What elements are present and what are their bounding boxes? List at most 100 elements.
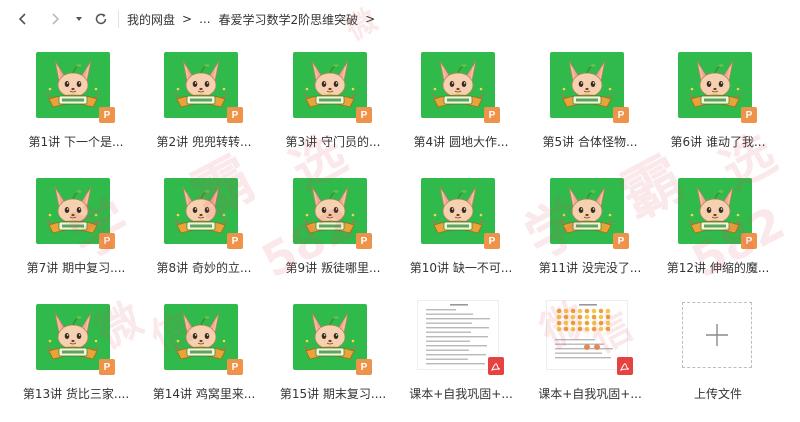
file-name: 第13讲 货比三家....: [22, 387, 130, 401]
file-name: 第14讲 鸡窝里来...: [152, 387, 256, 401]
file-item[interactable]: P 第3讲 守门员的...: [275, 44, 391, 152]
navigation-bar: 我的网盘 > ... 春爱学习数学2阶思维突破 >: [0, 0, 800, 38]
pdf-file-icon: [617, 357, 633, 375]
file-item[interactable]: 课本+自我巩固+...: [403, 296, 519, 404]
file-item[interactable]: P 第10讲 缺一不可...: [403, 170, 519, 278]
ppt-file-icon: P: [484, 233, 500, 249]
file-thumbnail: P: [36, 304, 115, 375]
history-dropdown-button[interactable]: [68, 8, 90, 30]
file-item[interactable]: P 第9讲 叛徒哪里...: [275, 170, 391, 278]
ppt-file-icon: P: [227, 233, 243, 249]
file-name: 课本+自我巩固+...: [538, 387, 642, 401]
fox-mascot-icon: [303, 312, 357, 360]
file-name: 第9讲 叛徒哪里...: [285, 261, 381, 275]
file-thumbnail: P: [164, 178, 243, 249]
fox-mascot-icon: [46, 60, 100, 108]
document-preview-icon: [555, 304, 613, 359]
file-item[interactable]: P 第5讲 合体怪物...: [532, 44, 648, 152]
pdf-file-icon: [488, 357, 504, 375]
fox-mascot-icon: [560, 186, 614, 234]
breadcrumb-root[interactable]: 我的网盘: [127, 11, 175, 28]
fox-mascot-icon: [303, 60, 357, 108]
ppt-file-icon: P: [99, 233, 115, 249]
file-thumbnail: P: [678, 52, 757, 123]
divider: [118, 10, 119, 28]
upload-file-button[interactable]: 上传文件: [660, 296, 776, 404]
upload-label: 上传文件: [693, 387, 742, 401]
fox-mascot-icon: [431, 60, 485, 108]
fox-mascot-icon: [174, 312, 228, 360]
file-item[interactable]: P 第4讲 圆地大作...: [403, 44, 519, 152]
breadcrumb-separator: >: [365, 12, 376, 26]
file-thumbnail: [546, 300, 633, 375]
back-button[interactable]: [12, 8, 34, 30]
ppt-file-icon: P: [613, 107, 629, 123]
file-name: 第8讲 奇妙的立...: [156, 261, 252, 275]
breadcrumb-current[interactable]: 春爱学习数学2阶思维突破: [219, 11, 359, 28]
forward-button[interactable]: [44, 8, 66, 30]
file-item[interactable]: 课本+自我巩固+...: [532, 296, 648, 404]
fox-mascot-icon: [46, 186, 100, 234]
caret-down-icon: [76, 17, 82, 21]
file-name: 第15讲 期末复习....: [279, 387, 387, 401]
file-name: 第4讲 圆地大作...: [413, 135, 509, 149]
refresh-icon: [95, 13, 107, 25]
file-item[interactable]: P 第7讲 期中复习....: [18, 170, 134, 278]
fox-mascot-icon: [174, 186, 228, 234]
file-name: 第11讲 没完没了...: [538, 261, 642, 275]
ppt-file-icon: P: [356, 359, 372, 375]
ppt-file-icon: P: [356, 107, 372, 123]
file-thumbnail: P: [293, 52, 372, 123]
ppt-file-icon: P: [484, 107, 500, 123]
ppt-file-icon: P: [741, 107, 757, 123]
file-thumbnail: P: [678, 178, 757, 249]
ppt-file-icon: P: [227, 107, 243, 123]
file-thumbnail: P: [550, 178, 629, 249]
refresh-button[interactable]: [90, 8, 112, 30]
file-item[interactable]: P 第13讲 货比三家....: [18, 296, 134, 404]
file-name: 课本+自我巩固+...: [409, 387, 513, 401]
document-preview-icon: [426, 304, 490, 365]
file-browser: 我的网盘 > ... 春爱学习数学2阶思维突破 > P 第1讲 下一个是... P…: [0, 0, 800, 422]
file-item[interactable]: P 第2讲 兜兜转转...: [146, 44, 262, 152]
file-item[interactable]: P 第12讲 伸缩的魔...: [660, 170, 776, 278]
plus-icon: [706, 324, 728, 346]
chevron-left-icon: [18, 13, 26, 25]
file-item[interactable]: P 第1讲 下一个是...: [18, 44, 134, 152]
file-name: 第10讲 缺一不可...: [409, 261, 513, 275]
ppt-file-icon: P: [99, 359, 115, 375]
upload-dropzone[interactable]: [682, 302, 752, 368]
file-name: 第5讲 合体怪物...: [542, 135, 638, 149]
file-name: 第1讲 下一个是...: [28, 135, 124, 149]
ppt-file-icon: P: [613, 233, 629, 249]
file-item[interactable]: P 第14讲 鸡窝里来...: [146, 296, 262, 404]
file-thumbnail: P: [164, 304, 243, 375]
breadcrumb-separator: >: [182, 12, 193, 26]
file-thumbnail: P: [293, 178, 372, 249]
file-thumbnail: P: [421, 178, 500, 249]
file-thumbnail: [417, 300, 504, 375]
fox-mascot-icon: [560, 60, 614, 108]
ppt-file-icon: P: [356, 233, 372, 249]
file-thumbnail: P: [164, 52, 243, 123]
file-item[interactable]: P 第11讲 没完没了...: [532, 170, 648, 278]
breadcrumb-ellipsis[interactable]: ...: [199, 12, 210, 26]
file-name: 第7讲 期中复习....: [26, 261, 126, 275]
fox-mascot-icon: [688, 186, 742, 234]
file-name: 第6讲 谁动了我...: [670, 135, 766, 149]
file-item[interactable]: P 第8讲 奇妙的立...: [146, 170, 262, 278]
file-thumbnail: P: [36, 178, 115, 249]
file-thumbnail: P: [550, 52, 629, 123]
ppt-file-icon: P: [741, 233, 757, 249]
file-name: 第2讲 兜兜转转...: [156, 135, 252, 149]
file-item[interactable]: P 第15讲 期末复习....: [275, 296, 391, 404]
file-thumbnail: P: [421, 52, 500, 123]
file-item[interactable]: P 第6讲 谁动了我...: [660, 44, 776, 152]
fox-mascot-icon: [303, 186, 357, 234]
fox-mascot-icon: [431, 186, 485, 234]
file-thumbnail: P: [36, 52, 115, 123]
fox-mascot-icon: [688, 60, 742, 108]
file-name: 第12讲 伸缩的魔...: [666, 261, 770, 275]
ppt-file-icon: P: [99, 107, 115, 123]
file-thumbnail: P: [293, 304, 372, 375]
